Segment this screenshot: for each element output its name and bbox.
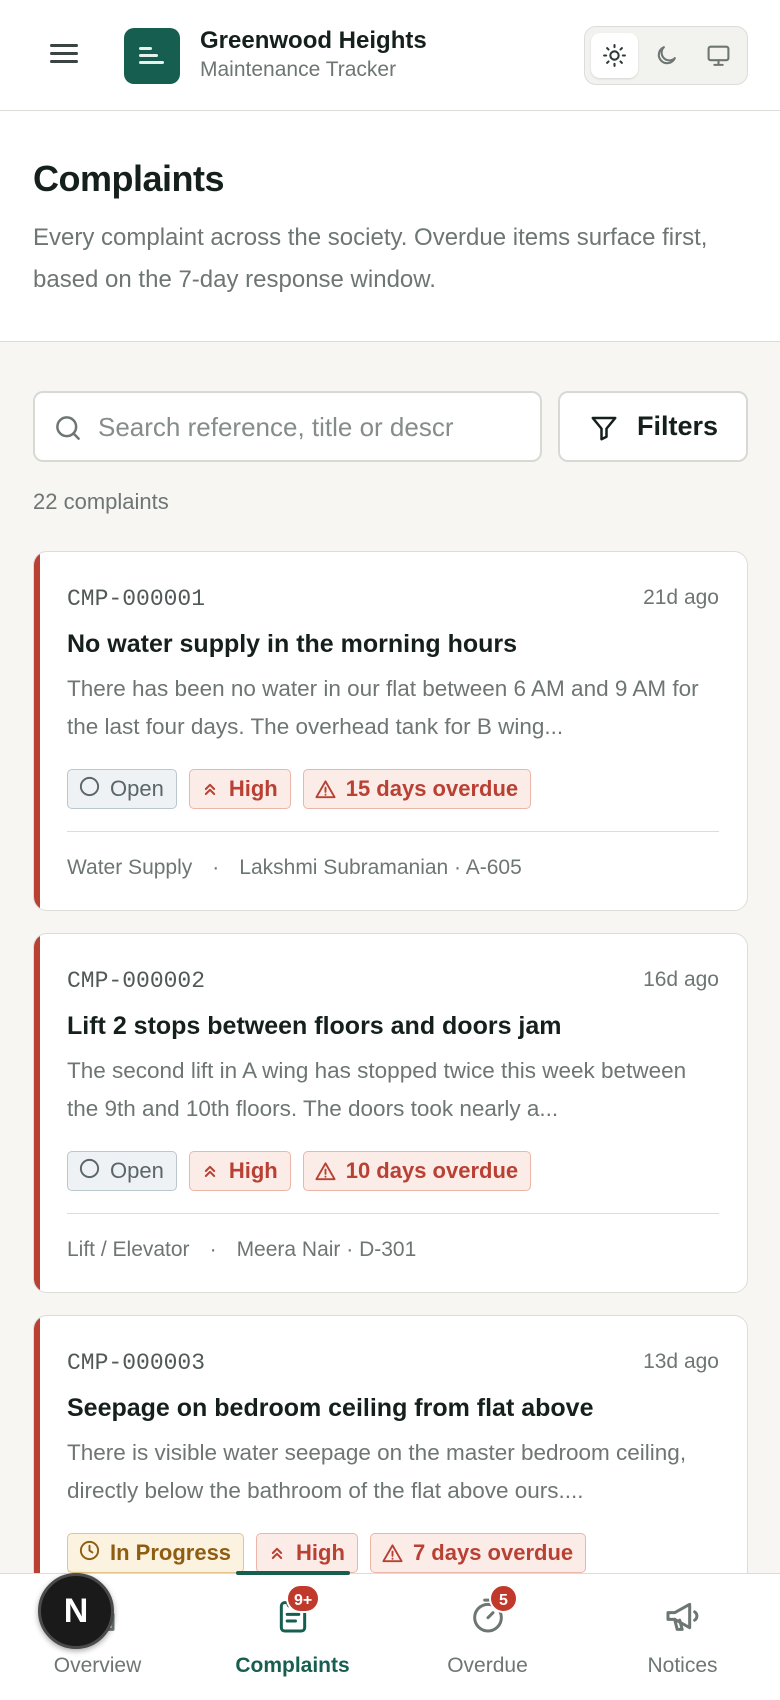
dev-tools-button[interactable]: N xyxy=(38,1573,114,1649)
complaint-badges: In Progress High 7 days overdue xyxy=(67,1533,587,1573)
complaint-badges: Open High 15 days overdue xyxy=(67,769,532,809)
moon-icon xyxy=(657,46,676,65)
priority-label: High xyxy=(228,1158,278,1183)
theme-light-button[interactable] xyxy=(591,33,638,78)
nav-label: Complaints xyxy=(235,1654,350,1677)
nav-label: Overdue xyxy=(447,1654,528,1677)
circle-icon xyxy=(78,1157,101,1186)
search-icon xyxy=(56,416,80,440)
nav-overdue[interactable]: 5 Overdue xyxy=(390,1574,585,1700)
top-bar: Greenwood Heights Maintenance Tracker xyxy=(0,0,780,111)
complaint-description: There has been no water in our flat betw… xyxy=(67,676,699,739)
complaint-title: Lift 2 stops between floors and doors ja… xyxy=(67,1012,562,1040)
complaint-card[interactable]: CMP-000001 21d ago No water supply in th… xyxy=(33,551,748,911)
monitor-icon xyxy=(707,45,730,66)
menu-button[interactable] xyxy=(50,40,86,72)
priority-label: High xyxy=(296,1540,345,1565)
complaint-age: 13d ago xyxy=(643,1350,719,1373)
card-divider xyxy=(67,831,719,832)
hamburger-icon-line xyxy=(50,52,78,55)
hamburger-icon-line xyxy=(50,44,78,47)
chevrons-up-icon xyxy=(204,783,215,795)
page-title: Complaints xyxy=(33,158,225,199)
status-badge: Open xyxy=(67,769,177,809)
search-input[interactable] xyxy=(98,408,528,446)
warning-icon xyxy=(382,1543,403,1562)
clock-icon xyxy=(78,1539,101,1568)
warning-icon xyxy=(315,779,336,798)
complaint-description: There is visible water seepage on the ma… xyxy=(67,1440,687,1503)
nav-label: Overview xyxy=(53,1654,142,1677)
status-label: In Progress xyxy=(110,1540,232,1565)
nav-badge: 5 xyxy=(489,1584,518,1613)
complaint-description: The second lift in A wing has stopped tw… xyxy=(67,1058,687,1121)
app-subtitle: Maintenance Tracker xyxy=(200,58,397,81)
overdue-label: 15 days overdue xyxy=(345,776,519,801)
filters-button[interactable]: Filters xyxy=(558,391,748,462)
status-badge: In Progress xyxy=(67,1533,245,1573)
complaint-meta: Lift / Elevator · Meera Nair · D-301 xyxy=(67,1238,416,1262)
megaphone-icon xyxy=(666,1602,699,1631)
complaint-resident: Lakshmi Subramanian · A-605 xyxy=(239,856,522,879)
chevrons-up-icon xyxy=(271,1547,283,1559)
overdue-badge: 7 days overdue xyxy=(369,1533,587,1573)
complaint-age: 21d ago xyxy=(643,586,719,609)
status-badge: Open xyxy=(67,1151,177,1191)
overdue-badge: 10 days overdue xyxy=(302,1151,532,1191)
bottom-nav: Overview 9+ Complaints 5 Overdue Notices xyxy=(0,1571,780,1700)
complaint-title: Seepage on bedroom ceiling from flat abo… xyxy=(67,1394,594,1422)
nav-complaints[interactable]: 9+ Complaints xyxy=(195,1574,390,1700)
priority-badge: High xyxy=(188,1151,291,1191)
nav-label: Notices xyxy=(647,1654,718,1677)
dev-tools-label: N xyxy=(63,1592,89,1630)
overdue-badge: 15 days overdue xyxy=(302,769,532,809)
circle-icon xyxy=(78,775,101,804)
complaint-meta: Water Supply · Lakshmi Subramanian · A-605 xyxy=(67,856,522,880)
app-logo-icon xyxy=(124,28,180,84)
chevrons-up-icon xyxy=(204,1165,215,1177)
funnel-icon xyxy=(591,416,617,441)
sun-icon xyxy=(603,44,626,67)
complaint-card[interactable]: CMP-000002 16d ago Lift 2 stops between … xyxy=(33,933,748,1293)
priority-label: High xyxy=(228,776,278,801)
priority-badge: High xyxy=(256,1533,358,1573)
app-title: Greenwood Heights xyxy=(200,27,427,54)
nav-badge: 9+ xyxy=(286,1584,321,1613)
complaint-badges: Open High 10 days overdue xyxy=(67,1151,532,1191)
overdue-label: 7 days overdue xyxy=(412,1540,574,1565)
overdue-label: 10 days overdue xyxy=(345,1158,519,1183)
warning-icon xyxy=(315,1161,336,1180)
complaint-category: Water Supply xyxy=(67,856,193,879)
search-box xyxy=(33,391,542,462)
status-label: Open xyxy=(110,1158,164,1183)
complaint-resident: Meera Nair · D-301 xyxy=(236,1238,417,1261)
complaint-ref: CMP-000003 xyxy=(67,1350,206,1376)
theme-switcher xyxy=(584,26,748,85)
complaint-age: 16d ago xyxy=(643,968,719,991)
meta-separator: · xyxy=(212,856,220,879)
complaint-ref: CMP-000002 xyxy=(67,968,206,994)
page-description: Every complaint across the society. Over… xyxy=(33,224,708,293)
nav-notices[interactable]: Notices xyxy=(585,1574,780,1700)
complaint-count: 22 complaints xyxy=(33,489,169,514)
complaint-category: Lift / Elevator xyxy=(67,1238,190,1261)
page-intro: Complaints Every complaint across the so… xyxy=(0,111,780,342)
theme-system-button[interactable] xyxy=(695,33,742,78)
theme-dark-button[interactable] xyxy=(643,33,690,78)
priority-badge: High xyxy=(188,769,291,809)
status-label: Open xyxy=(110,776,164,801)
complaint-title: No water supply in the morning hours xyxy=(67,630,518,658)
hamburger-icon-line xyxy=(50,60,78,63)
complaint-ref: CMP-000001 xyxy=(67,586,206,612)
meta-separator: · xyxy=(209,1238,217,1261)
card-divider xyxy=(67,1213,719,1214)
filters-label: Filters xyxy=(637,411,719,441)
